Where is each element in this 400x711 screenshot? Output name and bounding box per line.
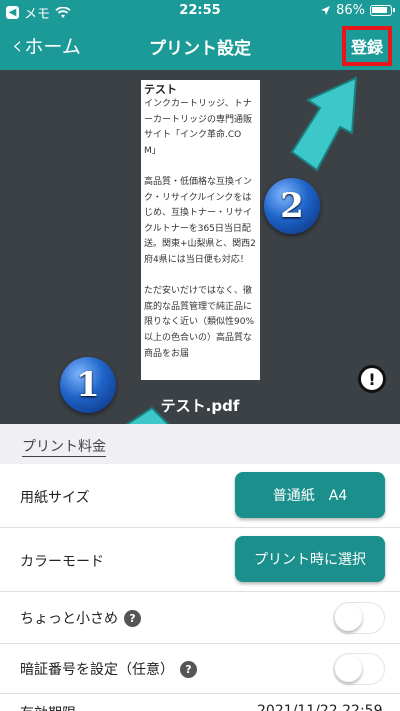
pin-label: 暗証番号を設定（任意） [20, 662, 174, 678]
battery-icon [370, 5, 395, 16]
navigation-bar: ‹ ホーム プリント設定 登録 [0, 22, 400, 70]
document-body-text: インクカートリッジ、トナーカートリッジの専門通販サイト「インク革命.COM」 高… [144, 99, 256, 359]
color-mode-label: カラーモード [20, 554, 104, 570]
step-1-badge: 1 [60, 357, 116, 413]
status-bar: ◀ メモ 22:55 86% [0, 0, 400, 22]
battery-percent: 86% [336, 3, 365, 18]
location-arrow-icon [321, 6, 331, 15]
page-title: プリント設定 [149, 39, 251, 59]
smaller-label: ちょっと小さめ [20, 611, 118, 627]
fee-section-header[interactable]: プリント料金 [22, 436, 106, 457]
smaller-toggle[interactable] [333, 602, 385, 634]
exclamation-icon[interactable]: ! [358, 365, 386, 393]
help-icon[interactable]: ? [180, 660, 197, 678]
document-title: テスト [144, 83, 177, 96]
smaller-row: ちょっと小さめ ? [0, 592, 400, 644]
document-preview-area: テスト インクカートリッジ、トナーカートリッジの専門通販サイト「インク革命.CO… [0, 70, 400, 424]
paper-size-row: 用紙サイズ 普通紙 A4 [0, 464, 400, 528]
expiry-row: 有効期限 2021/11/22 22:59 [0, 694, 400, 711]
document-page-preview[interactable]: テスト インクカートリッジ、トナーカートリッジの専門通販サイト「インク革命.CO… [141, 80, 260, 380]
paper-size-button[interactable]: 普通紙 A4 [235, 472, 385, 518]
file-name: テスト.pdf [160, 397, 240, 415]
toggle-knob [335, 604, 362, 631]
pin-toggle[interactable] [333, 653, 385, 685]
step-2-badge: 2 [264, 178, 320, 234]
toggle-knob [335, 655, 362, 682]
expiry-value: 2021/11/22 22:59 [257, 703, 383, 711]
color-mode-row: カラーモード プリント時に選択 [0, 528, 400, 592]
color-mode-button[interactable]: プリント時に選択 [235, 536, 385, 582]
expiry-label: 有効期限 [20, 703, 76, 711]
register-button[interactable]: 登録 [342, 26, 392, 66]
paper-size-label: 用紙サイズ [20, 490, 90, 506]
fee-section: プリント料金 [0, 424, 400, 464]
help-icon[interactable]: ? [124, 609, 141, 627]
settings-list: 用紙サイズ 普通紙 A4 カラーモード プリント時に選択 ちょっと小さめ ? 暗… [0, 464, 400, 711]
pin-row: 暗証番号を設定（任意） ? [0, 644, 400, 694]
